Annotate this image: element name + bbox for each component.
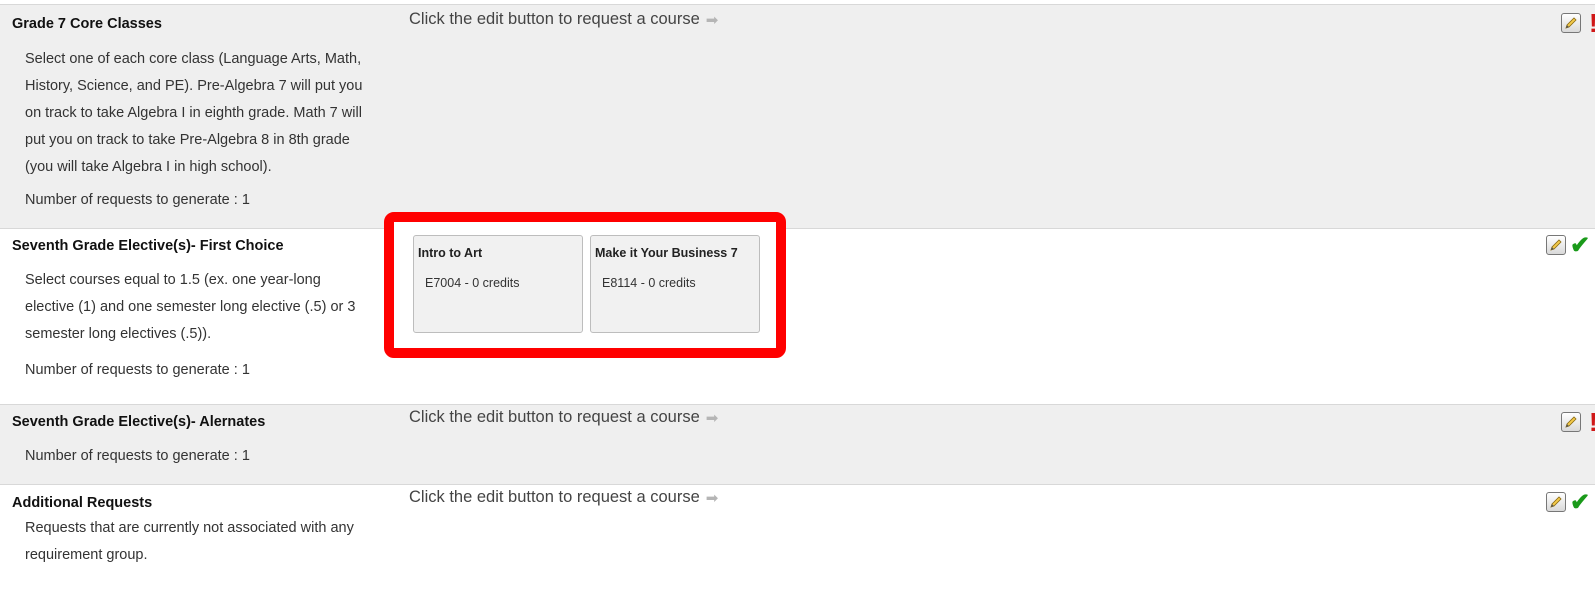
arrow-right-icon: ➡: [705, 489, 719, 507]
course-name: Make it Your Business 7: [595, 246, 738, 260]
arrow-right-icon: ➡: [705, 409, 719, 427]
row-divider: [0, 404, 1595, 405]
edit-hint: Click the edit button to request a cours…: [409, 10, 719, 29]
course-card-make-it-your-business[interactable]: Make it Your Business 7 E8114 - 0 credit…: [590, 235, 760, 333]
group-title: Additional Requests: [12, 495, 153, 511]
group-description: Requests that are currently not associat…: [25, 520, 354, 563]
pencil-edit-icon: [1565, 17, 1577, 29]
course-code: E7004 - 0 credits: [425, 276, 520, 290]
group-title: Grade 7 Core Classes: [12, 16, 162, 32]
edit-button[interactable]: [1546, 492, 1566, 512]
group-title: Seventh Grade Elective(s)- Alernates: [12, 414, 266, 430]
pencil-edit-icon: [1550, 496, 1562, 508]
row-divider: [0, 484, 1595, 485]
pencil-edit-icon: [1550, 239, 1562, 251]
edit-button[interactable]: [1546, 235, 1566, 255]
row-divider: [0, 228, 1595, 229]
exclamation-icon: !: [1589, 10, 1595, 36]
group-row-core-classes: Grade 7 Core Classes Select one of each …: [0, 4, 1595, 228]
num-requests: Number of requests to generate : 1: [25, 448, 250, 464]
row-divider: [0, 4, 1595, 5]
group-description: Select courses equal to 1.5 (ex. one yea…: [25, 272, 356, 342]
edit-hint: Click the edit button to request a cours…: [409, 408, 719, 427]
course-name: Intro to Art: [418, 246, 483, 260]
course-card-intro-to-art[interactable]: Intro to Art E7004 - 0 credits: [413, 235, 583, 333]
edit-button[interactable]: [1561, 13, 1581, 33]
checkmark-icon: ✔: [1570, 232, 1591, 259]
group-description: Select one of each core class (Language …: [25, 51, 363, 175]
num-requests: Number of requests to generate : 1: [25, 192, 250, 208]
arrow-right-icon: ➡: [705, 11, 719, 29]
exclamation-icon: !: [1589, 409, 1595, 435]
course-code: E8114 - 0 credits: [602, 276, 696, 290]
group-title: Seventh Grade Elective(s)- First Choice: [12, 238, 284, 254]
edit-button[interactable]: [1561, 412, 1581, 432]
pencil-edit-icon: [1565, 416, 1577, 428]
edit-hint: Click the edit button to request a cours…: [409, 488, 719, 507]
checkmark-icon: ✔: [1570, 489, 1591, 516]
group-row-alternates: Seventh Grade Elective(s)- Alernates Num…: [0, 404, 1595, 484]
group-row-additional: Additional Requests Requests that are cu…: [0, 484, 1595, 590]
num-requests: Number of requests to generate : 1: [25, 362, 250, 378]
group-row-first-choice: Seventh Grade Elective(s)- First Choice …: [0, 228, 1595, 404]
